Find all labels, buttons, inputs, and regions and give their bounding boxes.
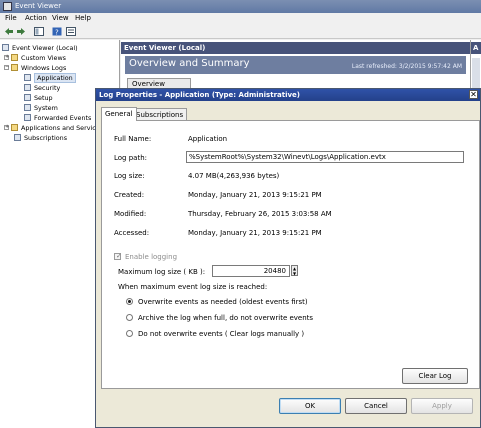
log-size-label: Log size: (114, 172, 145, 180)
created-label: Created: (114, 191, 145, 199)
window-titlebar: Event Viewer (0, 0, 481, 13)
radio-dot-icon (128, 300, 131, 303)
folder-icon (11, 124, 18, 131)
menu-file[interactable]: File (5, 14, 17, 22)
folder-icon (11, 64, 18, 71)
max-size-label: Maximum log size ( KB ): (118, 268, 206, 276)
tree-item-system[interactable]: System (24, 103, 58, 112)
menu-help[interactable]: Help (75, 14, 91, 22)
tree-item-security[interactable]: Security (24, 83, 60, 92)
dialog-titlebar: Log Properties - Application (Type: Admi… (96, 89, 480, 101)
archive-radio[interactable] (126, 314, 133, 321)
help-icon[interactable]: ? (52, 27, 62, 36)
overview-banner: Overview and Summary Last refreshed: 3/2… (125, 56, 466, 74)
tree-item-applications-services[interactable]: + Applications and Service (4, 123, 100, 132)
console-tree-icon[interactable] (34, 27, 44, 36)
overwrite-radio[interactable] (126, 298, 133, 305)
event-viewer-icon (2, 44, 9, 51)
log-properties-dialog: Log Properties - Application (Type: Admi… (95, 88, 481, 428)
log-path-label: Log path: (114, 154, 148, 162)
full-name-value: Application (188, 135, 228, 143)
log-icon (24, 74, 31, 81)
apply-button[interactable]: Apply (411, 398, 473, 414)
modified-value: Thursday, February 26, 2015 3:03:58 AM (188, 210, 332, 218)
archive-label[interactable]: Archive the log when full, do not overwr… (138, 314, 313, 322)
collapse-icon[interactable]: − (4, 65, 9, 70)
when-reached-label: When maximum event log size is reached: (118, 283, 268, 291)
cancel-button[interactable]: Cancel (345, 398, 407, 414)
full-name-label: Full Name: (114, 135, 152, 143)
max-size-stepper[interactable]: ▲ ▼ (291, 265, 298, 276)
tree-item-setup[interactable]: Setup (24, 93, 53, 102)
created-value: Monday, January 21, 2013 9:15:21 PM (188, 191, 322, 199)
actions-header: A (471, 42, 481, 54)
close-icon[interactable]: ✕ (469, 90, 478, 99)
menu-view[interactable]: View (52, 14, 69, 22)
expand-icon[interactable]: + (4, 125, 9, 130)
ok-button[interactable]: OK (279, 398, 341, 414)
tree-item-windows-logs[interactable]: − Windows Logs (4, 63, 66, 72)
forward-arrow-icon[interactable] (16, 27, 26, 36)
general-tab-panel: Full Name: Application Log path: %System… (101, 120, 480, 389)
log-icon (24, 94, 31, 101)
checkmark-icon: ✓ (116, 252, 122, 260)
enable-logging-checkbox[interactable]: ✓ (114, 252, 122, 260)
modified-label: Modified: (114, 210, 147, 218)
tree-item-custom-views[interactable]: + Custom Views (4, 53, 66, 62)
window-title: Event Viewer (15, 2, 62, 10)
max-size-input[interactable]: 20480 (212, 265, 290, 277)
expand-icon[interactable]: + (4, 55, 9, 60)
log-icon (24, 104, 31, 111)
svg-text:?: ? (55, 29, 59, 37)
do-not-overwrite-radio[interactable] (126, 330, 133, 337)
event-viewer-app-icon (3, 2, 12, 11)
dialog-title: Log Properties - Application (Type: Admi… (99, 91, 300, 99)
log-icon (24, 114, 31, 121)
accessed-value: Monday, January 21, 2013 9:15:21 PM (188, 229, 322, 237)
log-size-value: 4.07 MB(4,263,936 bytes) (188, 172, 280, 180)
folder-icon (11, 54, 18, 61)
last-refreshed: Last refreshed: 3/2/2015 9:57:42 AM (351, 63, 462, 70)
back-arrow-icon[interactable] (4, 27, 14, 36)
log-icon (24, 84, 31, 91)
menu-action[interactable]: Action (25, 14, 47, 22)
overwrite-label[interactable]: Overwrite events as needed (oldest event… (138, 298, 308, 306)
tree-item-event-viewer-local[interactable]: Event Viewer (Local) (2, 43, 78, 52)
toolbar: ? (0, 25, 481, 39)
tree-item-application[interactable]: Application (24, 72, 76, 83)
tree-item-forwarded-events[interactable]: Forwarded Events (24, 113, 91, 122)
tree-item-subscriptions[interactable]: Subscriptions (14, 133, 67, 142)
center-pane-header: Event Viewer (Local) (121, 42, 470, 54)
do-not-overwrite-label[interactable]: Do not overwrite events ( Clear logs man… (138, 330, 304, 338)
subscriptions-icon (14, 134, 21, 141)
accessed-label: Accessed: (114, 229, 150, 237)
tab-general[interactable]: General (101, 107, 137, 121)
log-path-field[interactable]: %SystemRoot%\System32\Winevt\Logs\Applic… (186, 151, 464, 163)
clear-log-button[interactable]: Clear Log (402, 368, 468, 384)
menu-bar: File Action View Help (0, 13, 481, 25)
overview-title: Overview and Summary (129, 58, 250, 69)
spin-down-icon[interactable]: ▼ (292, 271, 297, 276)
properties-icon[interactable] (66, 27, 76, 36)
enable-logging-label: Enable logging (125, 253, 178, 261)
